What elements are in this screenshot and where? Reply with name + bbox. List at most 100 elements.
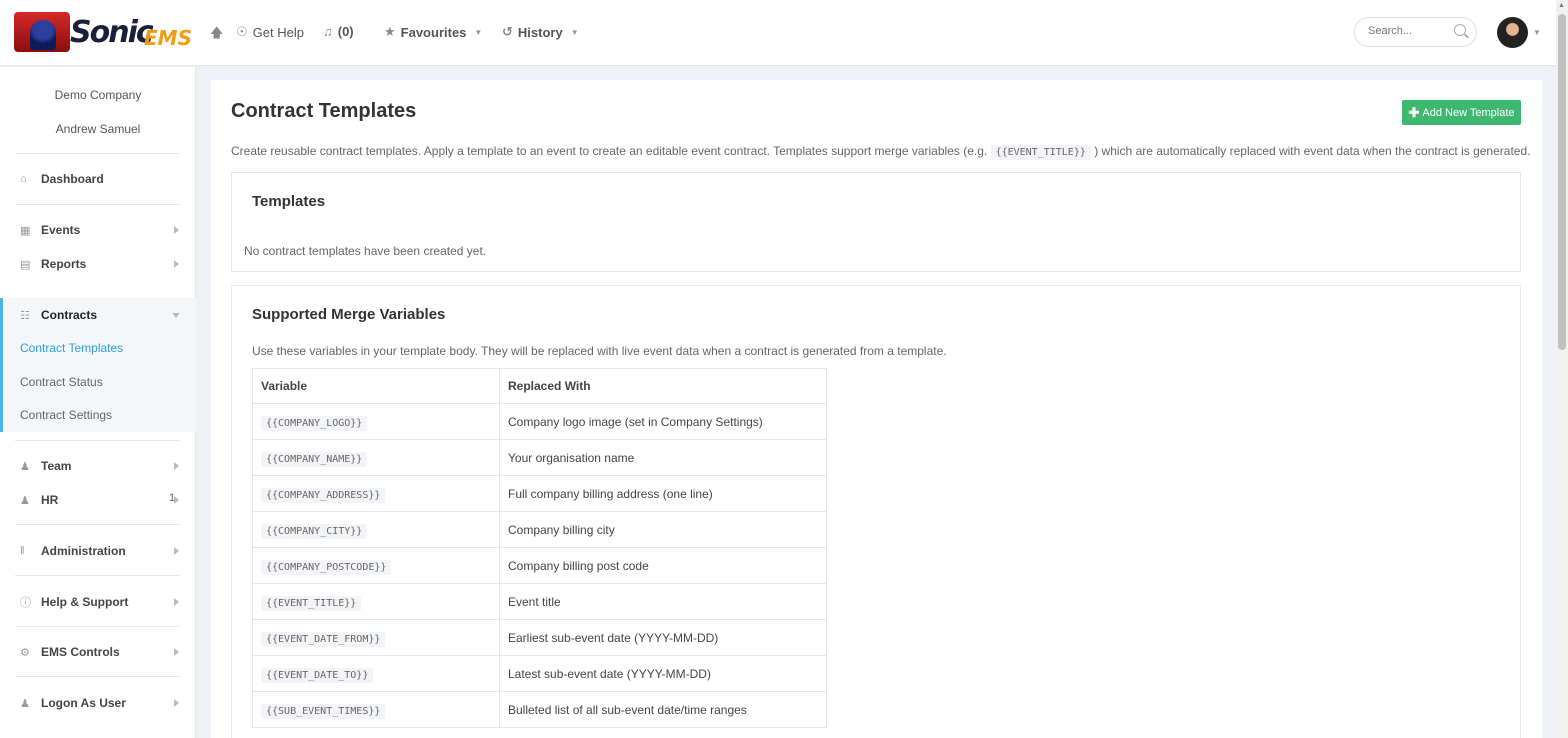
- replaced-with-cell: Event title: [499, 583, 827, 620]
- sidebar-sub-contract-status[interactable]: Contract Status: [20, 375, 103, 389]
- favourites-dropdown[interactable]: ★ Favourites ▼: [384, 24, 482, 40]
- sidebar-item-label: Reports: [41, 257, 87, 271]
- upload-button[interactable]: 🡅: [210, 24, 223, 46]
- variable-code: {{COMPANY_POSTCODE}}: [261, 559, 392, 575]
- search-input[interactable]: [1368, 25, 1448, 37]
- sidebar-item-events[interactable]: ▦ Events: [0, 218, 196, 242]
- sliders-icon: ‖: [20, 545, 25, 557]
- add-new-template-label: Add New Template: [1422, 106, 1515, 119]
- variable-code: {{COMPANY_ADDRESS}}: [261, 487, 386, 503]
- scroll-up-icon[interactable]: ▲: [1558, 2, 1565, 9]
- bell-icon: ♫: [323, 24, 333, 39]
- templates-empty-message: No contract templates have been created …: [244, 244, 487, 258]
- chevron-right-icon: [174, 547, 179, 555]
- variable-cell: {{COMPANY_NAME}}: [252, 439, 500, 476]
- sidebar-item-ems-controls[interactable]: ⚙ EMS Controls: [0, 640, 196, 664]
- company-name[interactable]: Demo Company: [0, 88, 196, 102]
- chevron-right-icon: [174, 260, 179, 268]
- search-icon[interactable]: [1454, 24, 1466, 36]
- description-text-end: ) which are automatically replaced with …: [1094, 144, 1531, 158]
- sidebar: Demo Company Andrew Samuel ⌂ Dashboard ▦…: [0, 67, 196, 738]
- chevron-down-icon: ▼: [570, 27, 579, 37]
- variable-code: {{SUB_EVENT_TIMES}}: [261, 703, 386, 719]
- table-header-row: Variable Replaced With: [252, 368, 827, 404]
- divider: [15, 626, 180, 627]
- add-new-template-button[interactable]: ✚ Add New Template: [1402, 100, 1521, 125]
- chevron-right-icon: [174, 226, 179, 234]
- sidebar-item-hr[interactable]: ♟ HR 1: [0, 488, 196, 512]
- page-description: Create reusable contract templates. Appl…: [231, 144, 1531, 160]
- variable-cell: {{COMPANY_CITY}}: [252, 511, 500, 548]
- divider: [15, 153, 180, 154]
- history-icon: ↺: [502, 24, 513, 39]
- replaced-with-cell: Company billing post code: [499, 547, 827, 584]
- avatar[interactable]: [1497, 17, 1528, 48]
- chevron-right-icon: [174, 699, 179, 707]
- sidebar-item-contracts[interactable]: ☷ Contracts: [0, 303, 196, 327]
- replaced-with-cell: Earliest sub-event date (YYYY-MM-DD): [499, 619, 827, 656]
- description-code: {{EVENT_TITLE}}: [990, 145, 1091, 160]
- history-label: History: [517, 24, 563, 40]
- replaced-with-cell: Latest sub-event date (YYYY-MM-DD): [499, 655, 827, 692]
- column-header-replaced-with: Replaced With: [499, 368, 827, 404]
- templates-panel: Templates No contract templates have bee…: [231, 172, 1521, 272]
- chevron-right-icon: [174, 648, 179, 656]
- gear-icon: ⚙: [20, 646, 30, 659]
- description-text: Create reusable contract templates. Appl…: [231, 144, 988, 158]
- variable-code: {{COMPANY_LOGO}}: [261, 415, 368, 431]
- user-name[interactable]: Andrew Samuel: [0, 122, 196, 136]
- page-title: Contract Templates: [231, 100, 417, 122]
- replaced-with-cell: Full company billing address (one line): [499, 475, 827, 512]
- variable-cell: {{COMPANY_POSTCODE}}: [252, 547, 500, 584]
- calendar-icon: ▦: [20, 224, 31, 237]
- report-icon: ▤: [20, 258, 31, 271]
- top-bar: Sonic EMS 🡅 ☉ Get Help ♫ (0) ★ Favourite…: [0, 0, 1556, 66]
- page-scrollbar[interactable]: ▲: [1556, 0, 1568, 738]
- sidebar-item-label: Events: [41, 223, 81, 237]
- variable-code: {{EVENT_DATE_TO}}: [261, 667, 374, 683]
- sidebar-item-label: Dashboard: [41, 172, 104, 186]
- logo-suffix: EMS: [144, 26, 192, 50]
- divider: [15, 440, 180, 441]
- table-row: {{EVENT_TITLE}} Event title: [252, 583, 827, 620]
- sidebar-item-label: Help & Support: [41, 595, 129, 609]
- question-icon: ⓘ: [20, 597, 31, 609]
- variable-cell: {{EVENT_TITLE}}: [252, 583, 500, 620]
- logo-theatre-icon: [14, 12, 70, 52]
- table-row: {{COMPANY_NAME}} Your organisation name: [252, 439, 827, 476]
- table-row: {{COMPANY_LOGO}} Company logo image (set…: [252, 403, 827, 440]
- merge-variables-description: Use these variables in your template bod…: [252, 344, 947, 358]
- sidebar-item-dashboard[interactable]: ⌂ Dashboard: [0, 167, 196, 191]
- arrow-up-icon: 🡅: [210, 25, 224, 40]
- sidebar-item-administration[interactable]: ‖ Administration: [0, 539, 196, 563]
- user-icon: ♟: [20, 494, 30, 507]
- sidebar-sub-contract-settings[interactable]: Contract Settings: [20, 408, 112, 422]
- get-help-link[interactable]: ☉ Get Help: [236, 24, 304, 40]
- history-dropdown[interactable]: ↺ History ▼: [502, 24, 579, 40]
- sidebar-item-help-support[interactable]: ⓘ Help & Support: [0, 590, 196, 614]
- variable-code: {{EVENT_TITLE}}: [261, 595, 362, 611]
- table-row: {{COMPANY_POSTCODE}} Company billing pos…: [252, 547, 827, 584]
- scrollbar-thumb[interactable]: [1558, 14, 1566, 350]
- star-icon: ★: [384, 24, 396, 39]
- sidebar-item-label: HR: [41, 493, 59, 507]
- notifications-count: (0): [337, 24, 354, 39]
- sonic-ems-logo[interactable]: Sonic EMS: [14, 12, 192, 52]
- sidebar-item-team[interactable]: ♟ Team: [0, 454, 196, 478]
- chevron-right-icon: [174, 598, 179, 606]
- sidebar-item-reports[interactable]: ▤ Reports: [0, 252, 196, 276]
- sidebar-sub-contract-templates[interactable]: Contract Templates: [20, 341, 123, 355]
- replaced-with-cell: Bulleted list of all sub-event date/time…: [499, 691, 827, 728]
- notifications-button[interactable]: ♫ (0): [323, 24, 354, 39]
- sidebar-item-logon-as-user[interactable]: ♟ Logon As User: [0, 691, 196, 715]
- get-help-label: Get Help: [252, 24, 304, 40]
- favourites-label: Favourites: [400, 24, 467, 40]
- chevron-right-icon: [174, 462, 179, 470]
- sidebar-item-label: EMS Controls: [41, 645, 120, 659]
- divider: [15, 204, 180, 205]
- table-row: {{EVENT_DATE_TO}} Latest sub-event date …: [252, 655, 827, 692]
- replaced-with-cell: Your organisation name: [499, 439, 827, 476]
- chevron-down-icon[interactable]: ▼: [1533, 28, 1541, 37]
- logo-word: Sonic: [70, 15, 154, 50]
- home-icon: ⌂: [20, 173, 27, 185]
